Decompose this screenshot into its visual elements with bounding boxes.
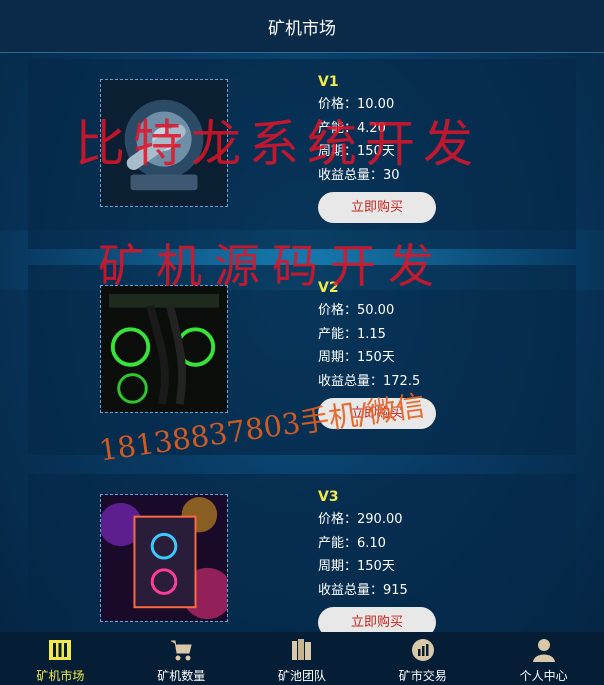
trade-chart-icon: [411, 639, 434, 661]
product-image-v3: [100, 494, 228, 622]
page-title: 矿机市场: [268, 18, 336, 39]
product-price: 价格：10.00: [318, 97, 395, 112]
product-card-v3: V3 价格：290.00 产能：6.10 周期：150天 收益总量：915 立即…: [28, 474, 576, 638]
cart-icon: [171, 640, 192, 661]
tab-profile[interactable]: 个人中心: [483, 632, 604, 685]
books-icon: [291, 639, 311, 660]
tab-label: 矿池团队: [277, 669, 326, 683]
page-header: 矿机市场: [0, 0, 604, 53]
product-price: 价格：50.00: [318, 303, 395, 318]
buy-button-v2[interactable]: 立即购买: [318, 398, 436, 429]
tab-label: 矿机数量: [157, 669, 206, 683]
product-price: 价格：290.00: [318, 512, 403, 527]
product-cycle: 周期：150天: [318, 350, 395, 365]
product-cycle: 周期：150天: [318, 144, 395, 159]
product-name: V3: [318, 489, 339, 505]
product-total: 收益总量：30: [318, 167, 400, 183]
tab-market-trade[interactable]: 矿市交易: [362, 632, 483, 685]
product-name: V2: [318, 280, 339, 296]
tab-label: 矿市交易: [398, 669, 447, 683]
product-name: V1: [318, 74, 339, 90]
product-image-v2: [100, 285, 228, 413]
market-icon: [49, 640, 72, 660]
product-card-v1: V1 价格：10.00 产能：4.20 周期：150天 收益总量：30 立即购买: [28, 59, 576, 249]
user-icon: [532, 639, 555, 662]
buy-button-v1[interactable]: 立即购买: [318, 192, 436, 223]
product-total: 收益总量：915: [318, 582, 408, 598]
product-output: 产能：6.10: [318, 535, 386, 551]
product-image-v1: [100, 79, 228, 207]
tab-label: 矿机市场: [36, 669, 85, 683]
product-card-v2: V2 价格：50.00 产能：1.15 周期：150天 收益总量：172.5 立…: [28, 265, 576, 455]
product-cycle: 周期：150天: [318, 559, 395, 574]
tab-market[interactable]: 矿机市场: [0, 632, 121, 685]
tab-pool-team[interactable]: 矿池团队: [242, 632, 363, 685]
tab-miner-count[interactable]: 矿机数量: [121, 632, 242, 685]
tab-label: 个人中心: [519, 669, 568, 683]
product-output: 产能：1.15: [318, 326, 386, 342]
product-output: 产能：4.20: [318, 120, 386, 136]
bottom-tab-bar: 矿机市场 矿机数量 矿池团队 矿市交易 个人中心: [0, 632, 604, 685]
product-total: 收益总量：172.5: [318, 373, 421, 389]
